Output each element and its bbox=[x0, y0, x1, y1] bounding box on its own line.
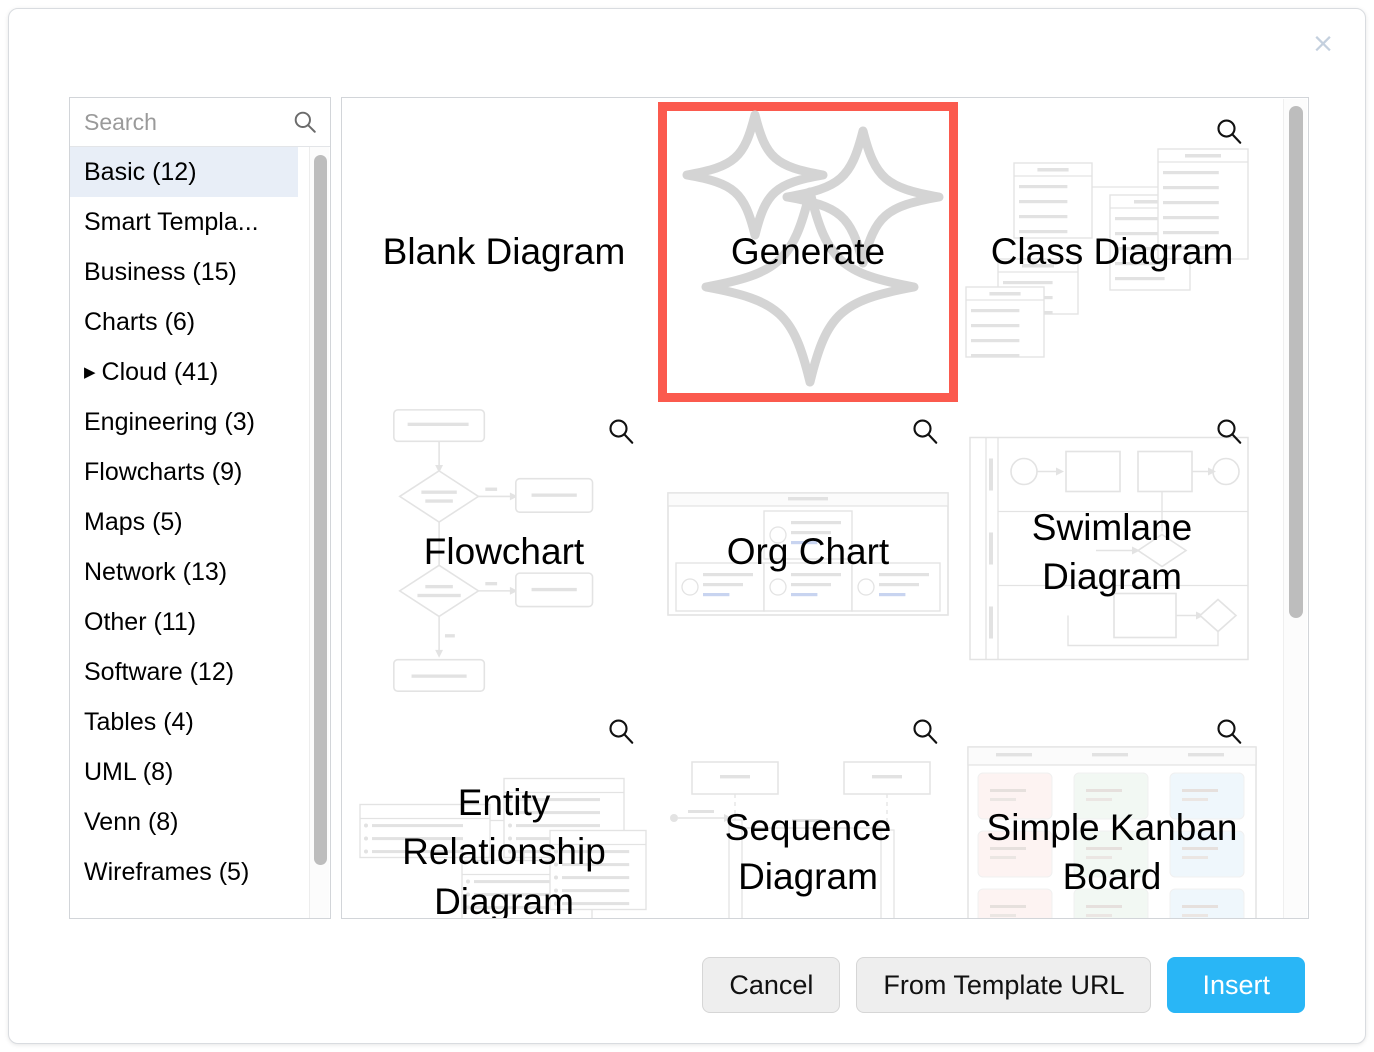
sidebar-item-label: Charts (6) bbox=[84, 308, 196, 336]
sidebar-scrollbar-track[interactable] bbox=[309, 147, 329, 918]
template-tile-label: Simple Kanban Board bbox=[986, 806, 1238, 897]
zoom-preview-icon[interactable] bbox=[606, 716, 636, 746]
sidebar-item-label: Wireframes (5) bbox=[84, 858, 250, 886]
zoom-preview-icon[interactable] bbox=[910, 416, 940, 446]
sidebar-item-software-12[interactable]: Software (12) bbox=[70, 647, 298, 697]
sparkles-icon bbox=[682, 110, 944, 387]
template-tile-simple-kanban-board[interactable]: Simple Kanban Board bbox=[962, 702, 1262, 918]
template-tile-org-chart[interactable]: Org Chart bbox=[658, 402, 958, 702]
sidebar-item-label: Cloud (41) bbox=[101, 358, 219, 386]
template-tile-swimlane-diagram[interactable]: Swimlane Diagram bbox=[962, 402, 1262, 702]
sidebar-item-label: Smart Templa... bbox=[84, 208, 259, 236]
sidebar-item-label: Flowcharts (9) bbox=[84, 458, 243, 486]
zoom-preview-icon[interactable] bbox=[1214, 716, 1244, 746]
sidebar-item-maps-5[interactable]: Maps (5) bbox=[70, 497, 298, 547]
cancel-button[interactable]: Cancel bbox=[702, 957, 841, 1013]
sidebar-item-label: Network (13) bbox=[84, 558, 228, 586]
dialog-footer: Cancel From Template URL Insert bbox=[702, 957, 1305, 1013]
main-scrollbar-thumb[interactable] bbox=[1289, 106, 1303, 618]
template-tile-generate[interactable]: Generate bbox=[658, 102, 958, 402]
zoom-preview-icon[interactable] bbox=[1214, 416, 1244, 446]
search-bar bbox=[70, 98, 330, 147]
sidebar-item-venn-8[interactable]: Venn (8) bbox=[70, 797, 298, 847]
sidebar-item-cloud-41[interactable]: ▶ Cloud (41) bbox=[70, 347, 298, 397]
sidebar-item-basic-12[interactable]: Basic (12) bbox=[70, 147, 298, 197]
template-tile-sequence-diagram[interactable]: Sequence Diagram bbox=[658, 702, 958, 918]
dialog-body: Basic (12) Smart Templa... Business (15) Ch… bbox=[69, 97, 1309, 919]
sidebar-scrollbar-thumb[interactable] bbox=[314, 155, 327, 865]
swimlane-diagram-thumbnail bbox=[969, 436, 1249, 661]
sidebar-item-flowcharts-9[interactable]: Flowcharts (9) bbox=[70, 447, 298, 497]
sidebar-item-smart-templa[interactable]: Smart Templa... bbox=[70, 197, 298, 247]
template-tile-flowchart[interactable]: Flowchart bbox=[354, 402, 654, 702]
sidebar-item-uml-8[interactable]: UML (8) bbox=[70, 747, 298, 797]
template-tile-label: Org Chart bbox=[726, 531, 890, 573]
org-chart-thumbnail bbox=[667, 492, 949, 616]
sidebar-item-label: Basic (12) bbox=[84, 158, 197, 186]
template-tile-label: Class Diagram bbox=[990, 231, 1234, 273]
sidebar-item-wireframes-5[interactable]: Wireframes (5) bbox=[70, 847, 298, 897]
sidebar-item-label: Tables (4) bbox=[84, 708, 194, 736]
zoom-preview-icon[interactable] bbox=[1214, 416, 1244, 446]
zoom-preview-icon[interactable] bbox=[910, 716, 940, 746]
sidebar-item-other-11[interactable]: Other (11) bbox=[70, 597, 298, 647]
chevron-right-icon[interactable]: ▶ bbox=[84, 348, 96, 398]
sidebar-item-label: UML (8) bbox=[84, 758, 174, 786]
sidebar-item-engineering-3[interactable]: Engineering (3) bbox=[70, 397, 298, 447]
sidebar-item-label: Other (11) bbox=[84, 608, 197, 636]
category-sidebar: Basic (12) Smart Templa... Business (15) Ch… bbox=[69, 97, 331, 919]
zoom-preview-icon[interactable] bbox=[910, 416, 940, 446]
sidebar-item-label: Venn (8) bbox=[84, 808, 179, 836]
sidebar-item-label: Maps (5) bbox=[84, 508, 183, 536]
search-input[interactable] bbox=[70, 98, 330, 146]
zoom-preview-icon[interactable] bbox=[910, 716, 940, 746]
template-grid-panel: Blank Diagram Generate Class Diagram Flowc… bbox=[341, 97, 1309, 919]
insert-button[interactable]: Insert bbox=[1167, 957, 1305, 1013]
template-tile-label: Entity Relationship Diagram bbox=[402, 782, 606, 919]
zoom-preview-icon[interactable] bbox=[606, 416, 636, 446]
sidebar-item-label: Engineering (3) bbox=[84, 408, 255, 436]
flowchart-thumbnail bbox=[393, 409, 594, 692]
template-tile-entity-relationship-diagram[interactable]: Entity Relationship Diagram bbox=[354, 702, 654, 919]
main-scrollbar-track[interactable] bbox=[1283, 99, 1307, 918]
sidebar-item-network-13[interactable]: Network (13) bbox=[70, 547, 298, 597]
sidebar-item-label: Business (15) bbox=[84, 258, 237, 286]
zoom-preview-icon[interactable] bbox=[1214, 116, 1244, 146]
template-tile-label: Sequence Diagram bbox=[724, 806, 892, 897]
from-template-url-button[interactable]: From Template URL bbox=[856, 957, 1152, 1013]
sidebar-item-tables-4[interactable]: Tables (4) bbox=[70, 697, 298, 747]
close-icon[interactable]: × bbox=[1305, 25, 1341, 61]
template-tile-class-diagram[interactable]: Class Diagram bbox=[962, 102, 1262, 402]
class-diagram-thumbnail bbox=[965, 148, 1249, 358]
sidebar-item-charts-6[interactable]: Charts (6) bbox=[70, 297, 298, 347]
template-grid: Blank Diagram Generate Class Diagram Flowc… bbox=[342, 98, 1274, 919]
category-list: Basic (12) Smart Templa... Business (15) Ch… bbox=[70, 147, 298, 897]
zoom-preview-icon[interactable] bbox=[1214, 716, 1244, 746]
zoom-preview-icon[interactable] bbox=[1214, 116, 1244, 146]
template-tile-label: Swimlane Diagram bbox=[1031, 506, 1193, 597]
zoom-preview-icon[interactable] bbox=[606, 716, 636, 746]
template-tile-blank-diagram[interactable]: Blank Diagram bbox=[354, 102, 654, 402]
template-tile-label: Blank Diagram bbox=[382, 231, 626, 273]
template-picker-dialog: × Basic (12) Smart Templa... Business (15)… bbox=[8, 8, 1366, 1044]
zoom-preview-icon[interactable] bbox=[606, 416, 636, 446]
template-tile-label: Flowchart bbox=[423, 531, 585, 573]
sidebar-item-label: Software (12) bbox=[84, 658, 235, 686]
template-tile-label: Generate bbox=[730, 231, 886, 273]
category-scroll-area: Basic (12) Smart Templa... Business (15) Ch… bbox=[70, 147, 330, 918]
sidebar-item-business-15[interactable]: Business (15) bbox=[70, 247, 298, 297]
